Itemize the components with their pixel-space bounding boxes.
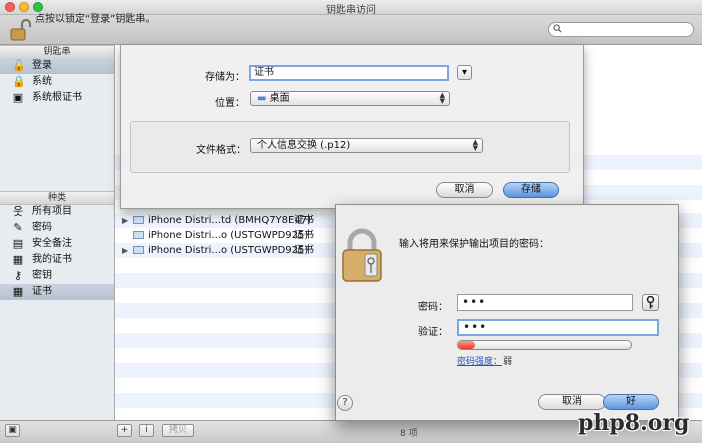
password-strength-bar bbox=[457, 340, 632, 350]
sidebar-item-label: 我的证书 bbox=[32, 254, 72, 265]
password-label: 密码： bbox=[418, 302, 448, 313]
sidebar-item-passwords[interactable]: ✎ 密码 bbox=[0, 220, 114, 236]
sidebar-item-label: 登录 bbox=[32, 60, 52, 71]
sidebar-item-login[interactable]: 🔓 登录 bbox=[0, 58, 114, 74]
disclosure-triangle-icon[interactable]: ▶ bbox=[122, 243, 128, 258]
add-item-button[interactable]: + bbox=[117, 424, 132, 437]
sidebar-item-label: 安全备注 bbox=[32, 238, 72, 249]
info-button[interactable]: i bbox=[139, 424, 154, 437]
padlock-icon bbox=[342, 228, 382, 282]
search-icon bbox=[553, 24, 562, 33]
watermark: php8.org bbox=[578, 410, 690, 436]
sidebar-item-keys[interactable]: ⚷ 密钥 bbox=[0, 268, 114, 284]
password-prompt: 输入将用来保护输出项目的密码： bbox=[399, 239, 549, 250]
sidebar-item-system-roots[interactable]: ▣ 系统根证书 bbox=[0, 90, 114, 106]
help-button[interactable]: ? bbox=[337, 395, 353, 411]
chevron-updown-icon: ▲ ▼ bbox=[472, 138, 478, 152]
certificate-icon bbox=[133, 216, 144, 224]
password-assistant-button[interactable] bbox=[642, 294, 659, 311]
save-button[interactable]: 存储 bbox=[503, 182, 559, 198]
category-header: 种类 bbox=[0, 191, 114, 205]
item-kind: 证书 bbox=[294, 215, 314, 226]
pencil-icon: ✎ bbox=[13, 221, 23, 234]
save-as-input[interactable]: 证书 bbox=[249, 65, 449, 81]
certificate-icon bbox=[133, 246, 144, 254]
save-as-label: 存储为： bbox=[205, 72, 245, 83]
lock-hint-text: 点按以锁定“登录”钥匙串。 bbox=[35, 14, 156, 25]
certificate-icon: ▦ bbox=[12, 285, 24, 298]
sidebar-item-system[interactable]: 🔒 系统 bbox=[0, 74, 114, 90]
sidebar-item-label: 密码 bbox=[32, 222, 52, 233]
sidebar-item-label: 证书 bbox=[32, 286, 52, 297]
sidebar-item-label: 所有项目 bbox=[32, 206, 72, 217]
cancel-button[interactable]: 取消 bbox=[436, 182, 493, 198]
sidebar: 钥匙串 🔓 登录 🔒 系统 ▣ 系统根证书 种类 웃 所有项目 ✎ 密码 ▤ 安… bbox=[0, 45, 115, 420]
sidebar-item-label: 系统 bbox=[32, 76, 52, 87]
disclosure-triangle-icon[interactable]: ▶ bbox=[122, 213, 128, 228]
password-strength-link[interactable]: 密码强度： bbox=[457, 354, 502, 367]
verify-label: 验证： bbox=[418, 327, 448, 338]
certificate-icon bbox=[133, 231, 144, 239]
sidebar-item-my-certificates[interactable]: ▦ 我的证书 bbox=[0, 252, 114, 268]
lock-open-icon[interactable] bbox=[9, 18, 31, 42]
item-name: iPhone Distri...o (USTGWPD925) bbox=[148, 245, 309, 256]
file-format-label: 文件格式： bbox=[196, 145, 246, 156]
password-strength-fill bbox=[458, 341, 476, 349]
note-icon: ▤ bbox=[12, 237, 24, 250]
show-sidebar-button[interactable]: ▣ bbox=[5, 424, 20, 437]
verify-field[interactable]: ••• bbox=[457, 319, 659, 336]
keychains-header: 钥匙串 bbox=[0, 45, 114, 59]
password-field[interactable]: ••• bbox=[457, 294, 633, 311]
location-label: 位置： bbox=[215, 98, 245, 109]
cabinet-icon: ▣ bbox=[12, 91, 24, 104]
person-icon: 웃 bbox=[12, 205, 24, 218]
sidebar-item-certificates[interactable]: ▦ 证书 bbox=[0, 284, 114, 300]
key-icon: ⚷ bbox=[13, 269, 23, 282]
sidebar-item-label: 系统根证书 bbox=[32, 92, 82, 103]
sidebar-item-all-items[interactable]: 웃 所有项目 bbox=[0, 204, 114, 220]
file-format-value: 个人信息交换 (.p12) bbox=[257, 140, 351, 151]
location-value: 桌面 bbox=[269, 93, 290, 104]
item-count: 8 项 bbox=[400, 429, 418, 439]
expand-sheet-button[interactable]: ▾ bbox=[457, 65, 472, 80]
lock-icon: 🔒 bbox=[12, 75, 26, 88]
password-strength-value: 弱 bbox=[503, 357, 513, 367]
cancel-button[interactable]: 取消 bbox=[538, 394, 606, 410]
location-select[interactable]: ▬ 桌面 ▲ ▼ bbox=[250, 91, 450, 106]
certificate-icon: ▦ bbox=[12, 253, 24, 266]
copy-button[interactable]: 拷贝 bbox=[162, 424, 194, 437]
folder-icon: ▬ bbox=[257, 93, 267, 104]
item-kind: 证书 bbox=[294, 230, 314, 241]
search-input[interactable] bbox=[548, 22, 694, 37]
lock-open-icon: 🔓 bbox=[12, 59, 26, 72]
file-format-select[interactable]: 个人信息交换 (.p12) ▲ ▼ bbox=[250, 138, 483, 153]
key-icon bbox=[646, 295, 655, 309]
item-name: iPhone Distri...td (BMHQ7Y8E47) bbox=[148, 215, 311, 226]
item-kind: 证书 bbox=[294, 245, 314, 256]
ok-button[interactable]: 好 bbox=[603, 394, 659, 410]
chevron-updown-icon: ▲ ▼ bbox=[439, 91, 445, 105]
item-name: iPhone Distri...o (USTGWPD925) bbox=[148, 230, 309, 241]
sidebar-item-label: 密钥 bbox=[32, 270, 52, 281]
sidebar-item-secure-notes[interactable]: ▤ 安全备注 bbox=[0, 236, 114, 252]
